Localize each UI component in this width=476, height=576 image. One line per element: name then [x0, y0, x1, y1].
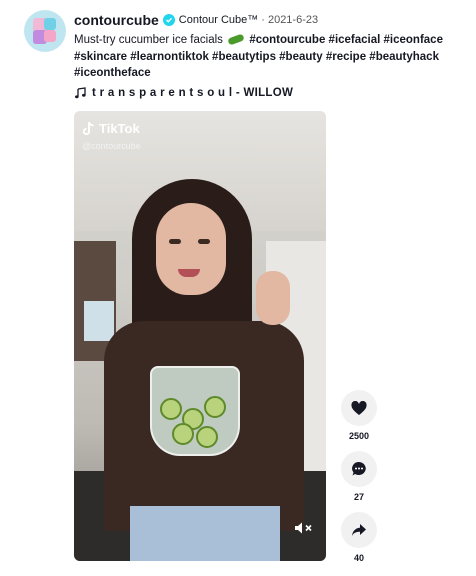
hashtags-line-1[interactable]: #contourcube #icefacial #iceonface — [249, 34, 443, 46]
like-button[interactable] — [341, 390, 377, 426]
like-action: 2500 — [341, 390, 377, 441]
verified-badge-icon — [162, 14, 175, 26]
comment-button[interactable] — [341, 451, 377, 487]
username-link[interactable]: contourcube — [74, 12, 159, 28]
watermark-handle: @contourcube — [82, 141, 141, 151]
nickname: Contour Cube™ — [178, 14, 259, 26]
avatar[interactable] — [24, 10, 66, 52]
share-count: 40 — [353, 553, 364, 563]
caption-text: Must-try cucumber ice facials — [74, 34, 223, 46]
cucumber-emoji-icon — [227, 33, 245, 46]
share-action: 40 — [341, 512, 377, 563]
music-note-icon — [75, 87, 86, 99]
muted-speaker-icon — [295, 522, 312, 534]
share-button[interactable] — [341, 512, 377, 548]
share-arrow-icon — [352, 524, 366, 536]
comment-icon — [352, 461, 366, 476]
tiktok-logo-icon — [82, 122, 94, 136]
music-link[interactable]: t r a n s p a r e n t s o u l - WILLOW — [74, 87, 293, 99]
action-bar: 2500 27 40 — [341, 390, 377, 573]
hashtags-line-3[interactable]: #iceontheface — [74, 67, 151, 79]
video-player[interactable]: TikTok @contourcube — [74, 111, 326, 561]
comment-action: 27 — [341, 451, 377, 502]
mute-button[interactable] — [294, 521, 314, 535]
post-caption: Must-try cucumber ice facials #contourcu… — [74, 32, 464, 82]
watermark-brand: TikTok — [99, 121, 140, 136]
tiktok-watermark: TikTok — [82, 121, 140, 136]
post-date: 2021-6-23 — [267, 14, 319, 26]
like-count: 2500 — [348, 431, 370, 441]
post-header: contourcube Contour Cube™ · 2021-6-23 — [74, 12, 318, 28]
separator: · — [261, 14, 265, 26]
comment-count: 27 — [353, 492, 364, 502]
hashtags-line-2[interactable]: #skincare #learnontiktok #beautytips #be… — [74, 51, 439, 63]
heart-icon — [351, 400, 367, 415]
music-title: t r a n s p a r e n t s o u l - WILLOW — [92, 87, 294, 99]
